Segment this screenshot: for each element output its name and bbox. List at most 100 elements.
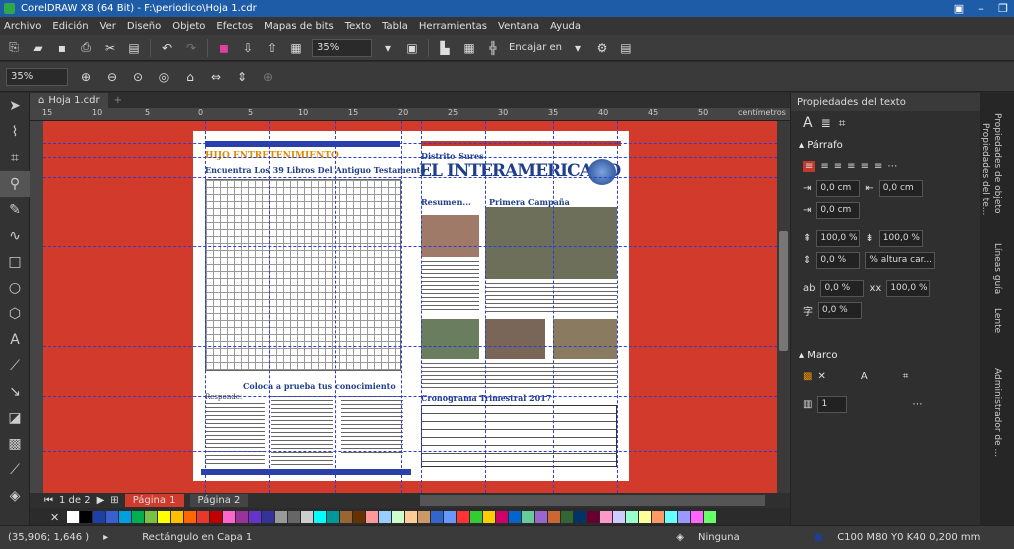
zoom-width-icon[interactable]: ⇔: [208, 70, 224, 84]
align-left-icon[interactable]: ≡: [820, 161, 828, 172]
import-icon[interactable]: ⇩: [240, 41, 256, 55]
zoom-tool-icon[interactable]: ⚲: [0, 171, 30, 197]
guideline[interactable]: [205, 121, 206, 493]
palette-swatch[interactable]: [561, 510, 573, 523]
photo-group[interactable]: [421, 319, 479, 359]
cut-icon[interactable]: ✂: [102, 41, 118, 55]
palette-swatch[interactable]: [509, 510, 521, 523]
frame-icon[interactable]: ⌗: [839, 116, 846, 131]
maximize-icon[interactable]: ❐: [992, 2, 1014, 15]
full-screen-icon[interactable]: ▣: [404, 41, 420, 55]
palette-swatch[interactable]: [223, 510, 235, 523]
columns-field[interactable]: 1: [817, 395, 848, 413]
show-rulers-icon[interactable]: ▙: [437, 41, 453, 55]
page-tab-1[interactable]: Página 1: [124, 494, 184, 507]
scroll-thumb[interactable]: [779, 231, 788, 351]
guideline[interactable]: [43, 346, 777, 347]
palette-swatch[interactable]: [405, 510, 417, 523]
first-line-indent-field[interactable]: 0,0 cm: [816, 179, 861, 197]
palette-swatch[interactable]: [548, 510, 560, 523]
polygon-tool-icon[interactable]: ⬡: [0, 301, 30, 327]
photo-crying-woman[interactable]: [421, 215, 479, 257]
palette-swatch[interactable]: [678, 510, 690, 523]
publish-pdf-icon[interactable]: ▦: [288, 41, 304, 55]
palette-swatch[interactable]: [574, 510, 586, 523]
article-text-block[interactable]: [485, 283, 617, 313]
menu-tabla[interactable]: Tabla: [382, 21, 408, 32]
background-color-icon[interactable]: ▩: [803, 371, 812, 382]
first-page-icon[interactable]: ⏮: [44, 495, 53, 506]
horizontal-ruler[interactable]: 15 10 5 0 5 10 15 20 25 30 35 40 45 50 c…: [30, 108, 790, 121]
photo-congregation[interactable]: [485, 207, 617, 279]
guideline[interactable]: [485, 121, 486, 493]
word-spacing-field[interactable]: 100,0 %: [886, 279, 931, 297]
redo-icon[interactable]: ↷: [183, 41, 199, 55]
palette-swatch[interactable]: [704, 510, 716, 523]
palette-swatch[interactable]: [366, 510, 378, 523]
zoom-in-icon[interactable]: ⊕: [78, 70, 94, 84]
options-gear-icon[interactable]: ⚙: [594, 41, 610, 55]
guideline[interactable]: [617, 121, 618, 493]
palette-swatch[interactable]: [665, 510, 677, 523]
crop-tool-icon[interactable]: ⌗: [0, 145, 30, 171]
paragraph-icon[interactable]: ≣: [821, 116, 831, 130]
space-after-field[interactable]: 100,0 %: [878, 229, 923, 247]
palette-swatch[interactable]: [483, 510, 495, 523]
frame-options-icon[interactable]: ⌗: [903, 371, 909, 382]
palette-swatch[interactable]: [288, 510, 300, 523]
menu-objeto[interactable]: Objeto: [172, 21, 205, 32]
align-center-icon[interactable]: ≡: [834, 161, 842, 172]
paragraph-section[interactable]: ▴ Párrafo: [791, 135, 980, 155]
palette-swatch[interactable]: [340, 510, 352, 523]
palette-swatch[interactable]: [522, 510, 534, 523]
transparency-tool-icon[interactable]: ▩: [0, 431, 30, 457]
article-text-block[interactable]: [421, 363, 617, 389]
palette-swatch[interactable]: [80, 510, 92, 523]
next-page-icon[interactable]: ▶: [97, 495, 105, 506]
guideline[interactable]: [43, 451, 777, 452]
photo-group[interactable]: [485, 319, 545, 359]
space-before-field[interactable]: 100,0 %: [816, 229, 861, 247]
menu-herramientas[interactable]: Herramientas: [419, 21, 487, 32]
guideline[interactable]: [43, 143, 777, 144]
line-spacing-field[interactable]: 0,0 %: [816, 251, 861, 269]
palette-swatch[interactable]: [301, 510, 313, 523]
add-icon[interactable]: ⊕: [260, 70, 276, 84]
menu-ventana[interactable]: Ventana: [498, 21, 539, 32]
photo-group[interactable]: [553, 319, 617, 359]
rectangle-tool-icon[interactable]: □: [0, 249, 30, 275]
palette-swatch[interactable]: [145, 510, 157, 523]
new-document-icon[interactable]: ⎘: [6, 40, 22, 55]
palette-swatch[interactable]: [132, 510, 144, 523]
chevron-down-icon[interactable]: ▾: [380, 41, 396, 55]
print-icon[interactable]: ⎙: [78, 40, 94, 55]
palette-swatch[interactable]: [457, 510, 469, 523]
char-spacing-field[interactable]: 0,0 %: [820, 279, 865, 297]
palette-swatch[interactable]: [600, 510, 612, 523]
menu-efectos[interactable]: Efectos: [216, 21, 253, 32]
guideline[interactable]: [401, 121, 402, 493]
paste-icon[interactable]: ▤: [126, 41, 142, 55]
add-page-icon[interactable]: ⊞: [110, 495, 118, 506]
palette-swatch[interactable]: [496, 510, 508, 523]
language-spacing-field[interactable]: 0,0 %: [818, 301, 862, 319]
palette-swatch[interactable]: [353, 510, 365, 523]
text-tool-icon[interactable]: A: [0, 327, 30, 353]
show-grid-icon[interactable]: ▦: [461, 41, 477, 55]
palette-swatch[interactable]: [444, 510, 456, 523]
palette-swatch[interactable]: [691, 510, 703, 523]
vertical-scrollbar[interactable]: [777, 121, 790, 493]
guideline[interactable]: [43, 246, 777, 247]
dimension-tool-icon[interactable]: ⟋: [0, 353, 30, 379]
menu-archivo[interactable]: Archivo: [4, 21, 41, 32]
horizontal-scrollbar[interactable]: [420, 495, 765, 506]
article-text-block[interactable]: [421, 261, 479, 313]
quiz-text-block[interactable]: [205, 403, 265, 467]
force-justify-icon[interactable]: ≡: [874, 161, 882, 172]
freehand-tool-icon[interactable]: ✎: [0, 197, 30, 223]
frame-section[interactable]: ▴ Marco: [791, 345, 980, 365]
docker-tab-guidelines[interactable]: Líneas guía: [992, 243, 1002, 294]
align-none-icon[interactable]: ≡: [803, 160, 816, 172]
chevron-down-icon[interactable]: ▾: [570, 41, 586, 55]
open-folder-icon[interactable]: ▰: [30, 41, 46, 55]
